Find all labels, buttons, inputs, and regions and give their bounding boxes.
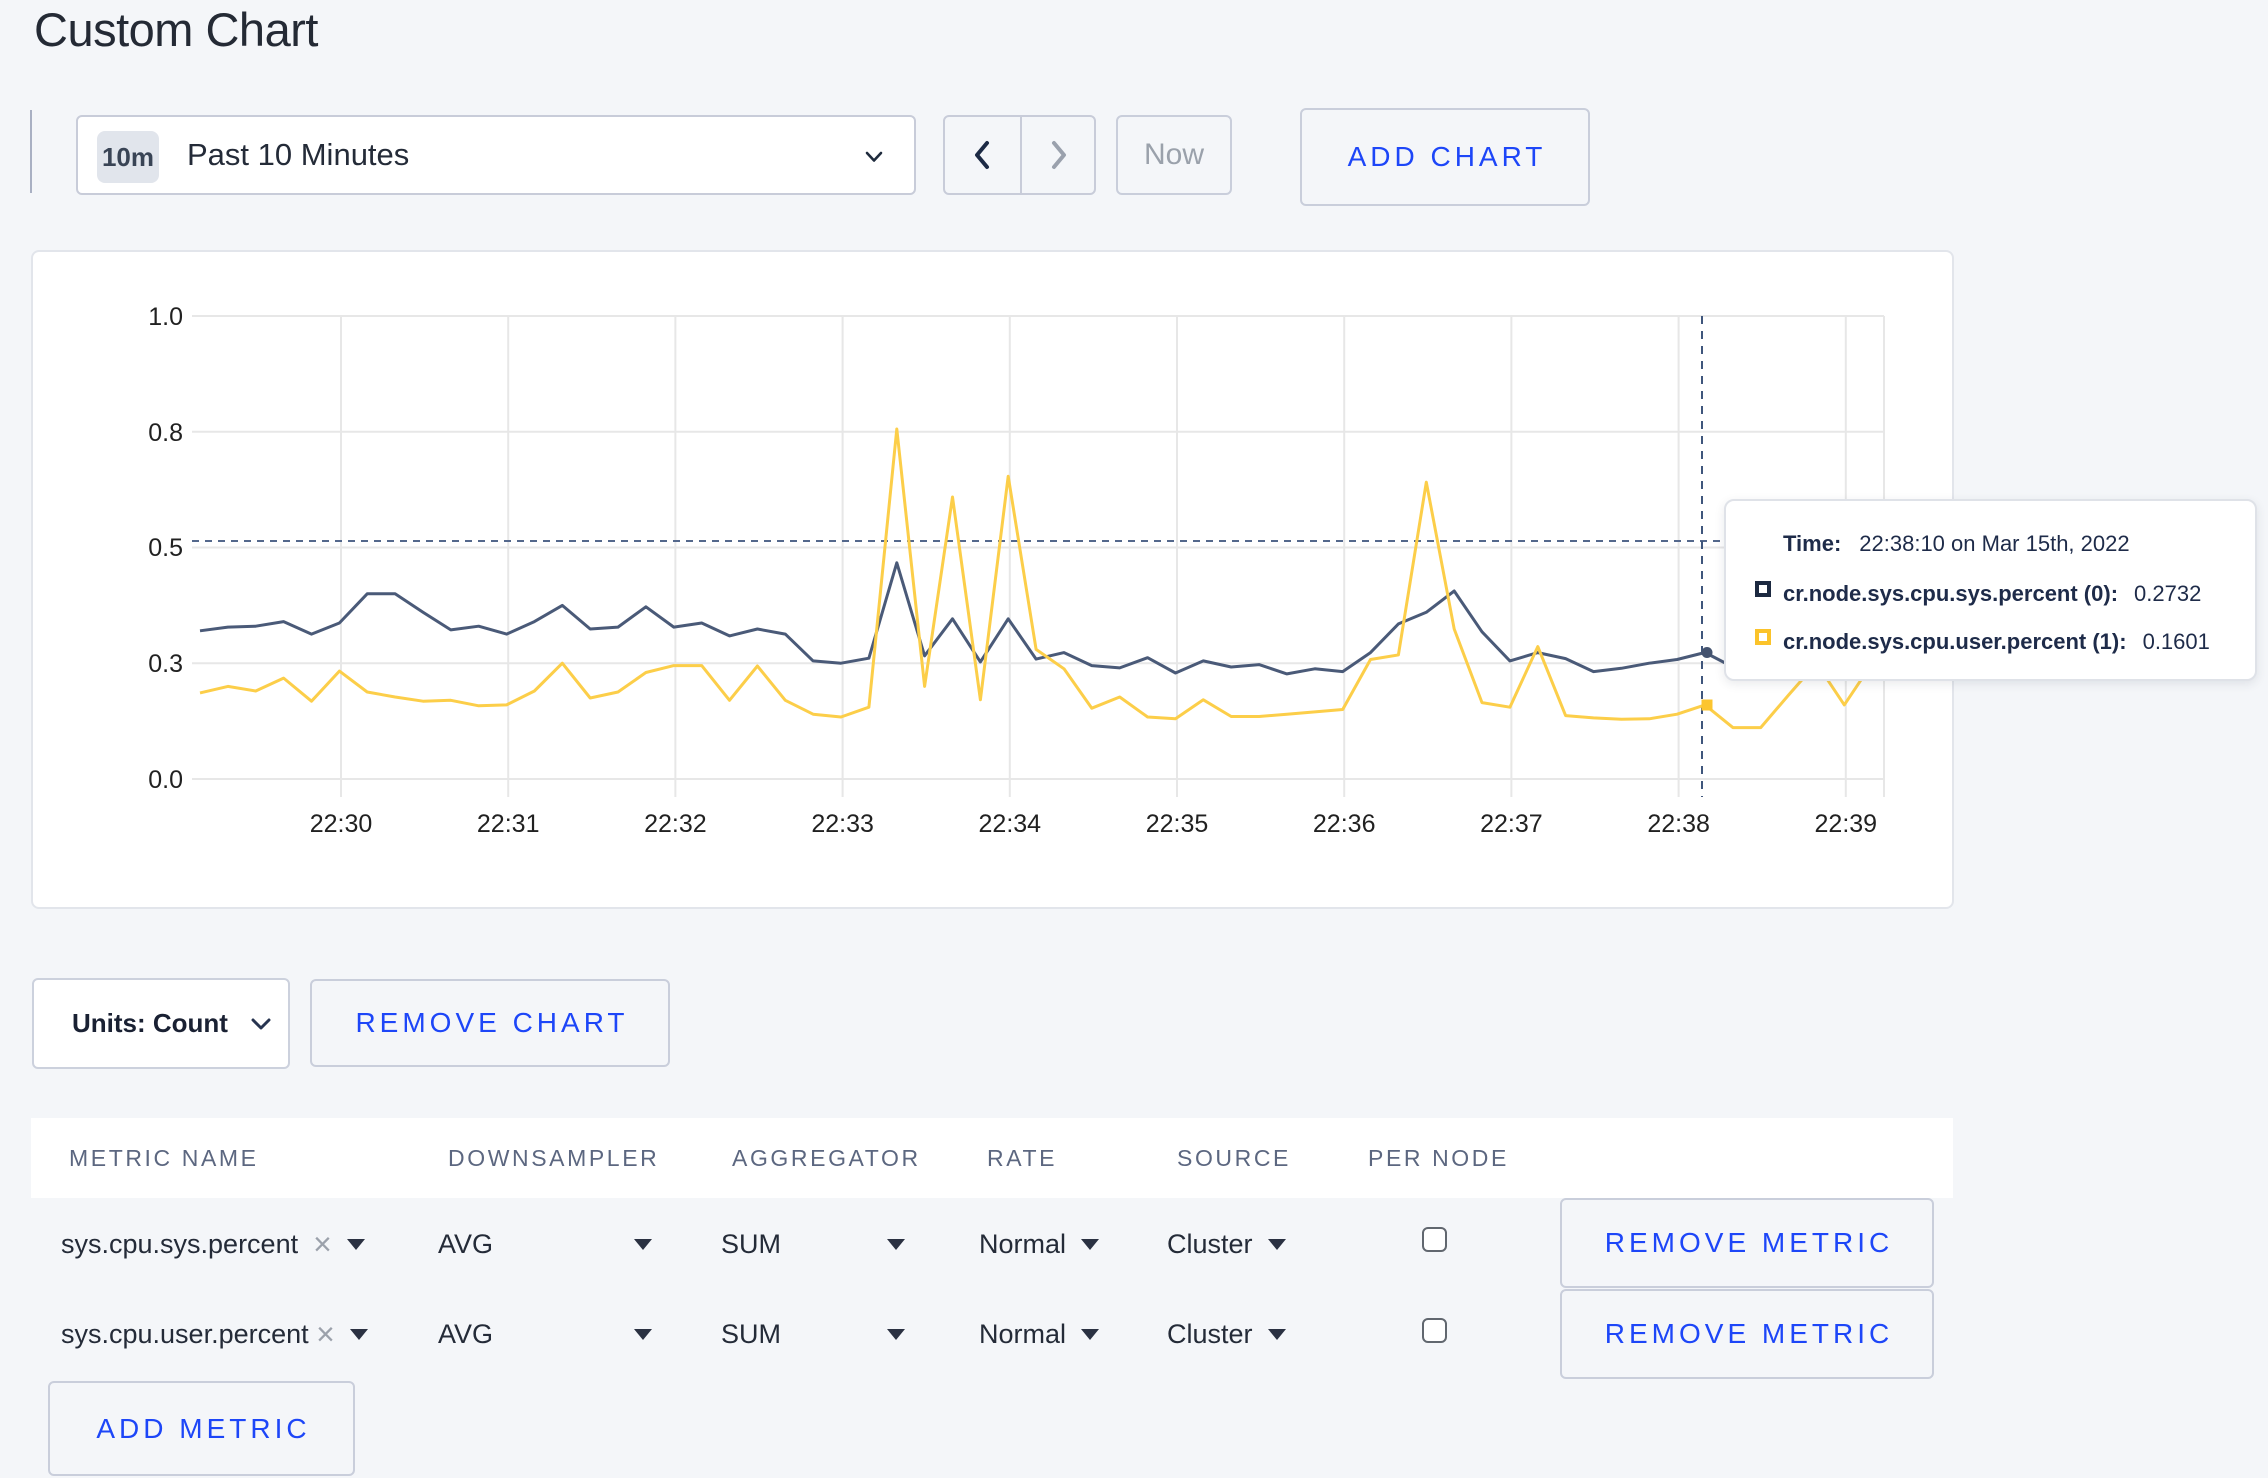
- svg-text:0.8: 0.8: [148, 419, 183, 447]
- svg-text:22:35: 22:35: [1146, 810, 1209, 838]
- svg-text:0.0: 0.0: [148, 766, 183, 794]
- svg-text:1.0: 1.0: [148, 303, 183, 331]
- svg-text:22:38: 22:38: [1647, 810, 1710, 838]
- svg-text:22:32: 22:32: [644, 810, 707, 838]
- svg-text:22:30: 22:30: [310, 810, 373, 838]
- svg-text:0.3: 0.3: [148, 650, 183, 678]
- svg-text:22:34: 22:34: [979, 810, 1042, 838]
- svg-text:0.5: 0.5: [148, 534, 183, 562]
- svg-text:22:36: 22:36: [1313, 810, 1376, 838]
- svg-text:22:33: 22:33: [811, 810, 874, 838]
- svg-text:22:39: 22:39: [1815, 810, 1878, 838]
- svg-text:22:37: 22:37: [1480, 810, 1543, 838]
- svg-text:22:31: 22:31: [477, 810, 540, 838]
